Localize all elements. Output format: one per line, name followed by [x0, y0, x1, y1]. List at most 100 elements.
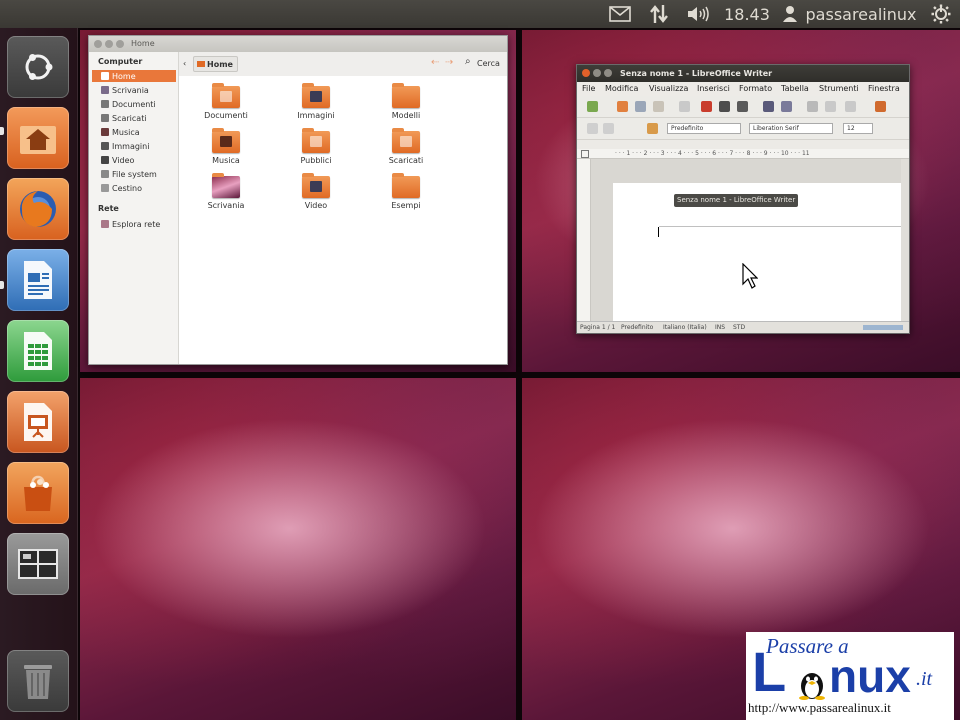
volume-icon[interactable]	[684, 3, 712, 25]
paragraph-style-combo[interactable]: Predefinito	[667, 123, 741, 134]
launcher-trash[interactable]	[7, 650, 69, 712]
tux-penguin-icon	[799, 673, 825, 700]
writer-menubar: File Modifica Visualizza Inserisci Forma…	[577, 82, 909, 96]
launcher-firefox[interactable]	[7, 178, 69, 240]
sidebar-item-desktop[interactable]: Scrivania	[92, 84, 176, 96]
writer-titlebar[interactable]: Senza nome 1 - LibreOffice Writer	[577, 65, 909, 82]
vertical-scrollbar[interactable]	[901, 159, 909, 321]
folder-downloads[interactable]: Scaricati	[371, 128, 441, 165]
back-arrow-icon[interactable]: ⇠	[431, 57, 439, 68]
sidebar-item-filesystem[interactable]: File system	[92, 168, 176, 180]
downloads-icon	[101, 114, 109, 122]
save-icon[interactable]	[635, 101, 646, 112]
undo-icon[interactable]	[587, 123, 598, 134]
document-area[interactable]	[577, 159, 909, 333]
menu-insert[interactable]: Inserisci	[697, 84, 730, 93]
copy-icon[interactable]	[825, 101, 836, 112]
margin-line	[659, 226, 903, 227]
menu-edit[interactable]: Modifica	[605, 84, 638, 93]
cut-icon[interactable]	[807, 101, 818, 112]
power-icon[interactable]	[928, 3, 954, 25]
minimize-icon[interactable]	[593, 69, 601, 77]
folder-public[interactable]: Pubblici	[281, 128, 351, 165]
clock[interactable]: 18.43	[722, 3, 772, 25]
maximize-icon[interactable]	[116, 40, 124, 48]
redo-icon[interactable]	[603, 123, 614, 134]
zoom-slider[interactable]	[863, 325, 903, 330]
logo-url[interactable]: http://www.passarealinux.it	[748, 700, 891, 716]
location-button-home[interactable]: Home	[193, 56, 238, 72]
horizontal-ruler[interactable]: · · · 1 · · · 2 · · · 3 · · · 4 · · · 5 …	[577, 149, 909, 159]
sidebar-item-home[interactable]: Home	[92, 70, 176, 82]
folder-video[interactable]: Video	[281, 173, 351, 210]
launcher-libreoffice-calc[interactable]	[7, 320, 69, 382]
launcher-libreoffice-writer[interactable]	[7, 249, 69, 311]
passarealinux-logo: Passare a L nux .it http://www.passareal…	[746, 632, 954, 720]
sidebar-item-documents[interactable]: Documenti	[92, 98, 176, 110]
menu-format[interactable]: Formato	[739, 84, 772, 93]
forward-arrow-icon[interactable]: ⇢	[445, 57, 453, 68]
new-document-icon[interactable]	[587, 101, 598, 112]
autospell-icon[interactable]	[781, 101, 792, 112]
mail-icon[interactable]	[606, 3, 634, 25]
font-name-combo[interactable]: Liberation Serif	[749, 123, 833, 134]
menu-view[interactable]: Visualizza	[649, 84, 688, 93]
maximize-icon[interactable]	[604, 69, 612, 77]
edit-icon[interactable]	[679, 101, 690, 112]
minimize-icon[interactable]	[105, 40, 113, 48]
status-language[interactable]: Italiano (Italia)	[663, 324, 707, 331]
print-preview-icon[interactable]	[737, 101, 748, 112]
folder-icon	[302, 83, 330, 108]
menu-tools[interactable]: Strumenti	[819, 84, 859, 93]
username-label[interactable]: passarealinux	[802, 3, 920, 25]
folder-icon	[302, 173, 330, 198]
status-insert-mode[interactable]: INS	[715, 324, 725, 331]
launcher-libreoffice-impress[interactable]	[7, 391, 69, 453]
workspace-3[interactable]	[80, 378, 516, 720]
tab-stop-selector[interactable]	[581, 150, 589, 158]
sidebar-item-downloads[interactable]: Scaricati	[92, 112, 176, 124]
network-icon[interactable]	[645, 3, 673, 25]
sidebar-item-browse-network[interactable]: Esplora rete	[92, 218, 176, 230]
launcher-dash-home[interactable]	[7, 36, 69, 98]
font-size-combo[interactable]: 12	[843, 123, 873, 134]
search-icon[interactable]: ⌕	[465, 56, 471, 67]
shopping-bag-icon	[24, 475, 52, 511]
launcher-workspace-switcher[interactable]	[7, 533, 69, 595]
folder-examples[interactable]: Esempi	[371, 173, 441, 210]
chevron-left-icon[interactable]: ‹	[183, 59, 186, 68]
sidebar-item-trash[interactable]: Cestino	[92, 182, 176, 194]
sidebar-item-music[interactable]: Musica	[92, 126, 176, 138]
format-paintbrush-icon[interactable]	[875, 101, 886, 112]
open-icon[interactable]	[617, 101, 628, 112]
folder-pictures[interactable]: Immagini	[281, 83, 351, 120]
close-icon[interactable]	[94, 40, 102, 48]
spellcheck-icon[interactable]	[763, 101, 774, 112]
menu-table[interactable]: Tabella	[781, 84, 809, 93]
styles-icon[interactable]	[647, 123, 658, 134]
folder-icon	[212, 128, 240, 153]
launcher-software-center[interactable]	[7, 462, 69, 524]
folder-desktop[interactable]: Scrivania	[191, 173, 261, 210]
sidebar-item-pictures[interactable]: Immagini	[92, 140, 176, 152]
text-cursor	[658, 227, 659, 237]
paste-icon[interactable]	[845, 101, 856, 112]
search-button-label[interactable]: Cerca	[477, 59, 500, 68]
folder-documents[interactable]: Documenti	[191, 83, 261, 120]
folder-icon	[392, 128, 420, 153]
pdf-export-icon[interactable]	[701, 101, 712, 112]
launcher-files[interactable]	[7, 107, 69, 169]
status-selection-mode[interactable]: STD	[733, 324, 745, 331]
menu-file[interactable]: File	[582, 84, 595, 93]
sidebar-item-video[interactable]: Video	[92, 154, 176, 166]
user-icon[interactable]	[780, 3, 800, 25]
email-icon[interactable]	[653, 101, 664, 112]
folder-music[interactable]: Musica	[191, 128, 261, 165]
file-manager-window[interactable]: Home Computer Home Scrivania Documenti S…	[88, 35, 508, 365]
folder-templates[interactable]: Modelli	[371, 83, 441, 120]
menu-window[interactable]: Finestra	[868, 84, 900, 93]
close-icon[interactable]	[582, 69, 590, 77]
print-icon[interactable]	[719, 101, 730, 112]
pictures-icon	[101, 142, 109, 150]
file-manager-titlebar[interactable]: Home	[89, 36, 507, 52]
